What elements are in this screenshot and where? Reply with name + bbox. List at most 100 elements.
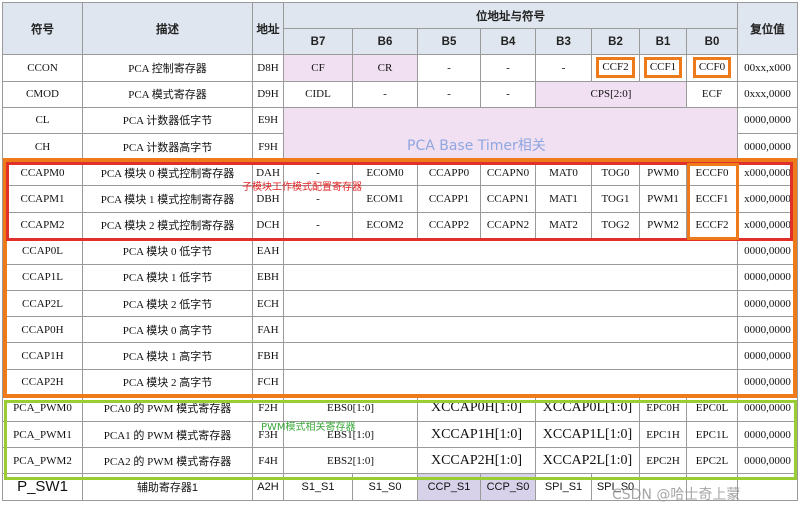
register-symbol: CCAPM1 (2, 185, 83, 213)
bit-cell-highlighted: CCF1 (639, 54, 687, 82)
register-symbol: CCON (2, 54, 83, 82)
bit-cell: - (480, 54, 536, 82)
table-row: CL PCA 计数器低字节 E9H 0000,0000 (2, 106, 798, 161)
bit-cell: ECOM0 (352, 159, 418, 187)
bit-cell-empty (283, 342, 738, 370)
register-reset: x000,0000 (737, 185, 798, 213)
register-description: PCA 模块 2 模式控制寄存器 (82, 211, 253, 239)
bit-cell: - (417, 80, 481, 108)
bit-cell: S1_S1 (283, 473, 353, 501)
register-description: PCA 模块 2 高字节 (82, 368, 253, 396)
register-description: PCA 计数器高字节 (82, 132, 253, 161)
table-row: CCAP2L PCA 模块 2 低字节 ECH 0000,0000 (2, 290, 798, 318)
register-address: D8H (252, 54, 284, 82)
bit-cell-empty (283, 237, 738, 265)
register-description: PCA 模式寄存器 (82, 80, 253, 108)
register-description: PCA0 的 PWM 模式寄存器 (82, 394, 253, 423)
bit-cell: PWM1 (639, 185, 687, 213)
register-reset: 00xx,x000 (737, 54, 798, 82)
header-bit-address: 位地址与符号 (283, 1, 738, 30)
bit-cell: XCCAP1L[1:0] (535, 420, 640, 449)
csdn-watermark: CSDN @哈士奇上蒙 (612, 487, 741, 503)
bit-cell: ECF (686, 80, 738, 108)
register-address: E9H (252, 106, 284, 134)
bit-cell: EPC2L (686, 447, 738, 475)
register-address: A2H (252, 473, 284, 501)
base-timer-annotation: PCA Base Timer相关 (407, 138, 546, 154)
register-symbol: CCAP0L (2, 237, 83, 265)
register-address: F4H (252, 447, 284, 475)
register-reset: 0000,0000 (737, 132, 798, 161)
register-description: PCA 模块 1 低字节 (82, 263, 253, 292)
bit-cell: EPC2H (639, 447, 687, 475)
bit-cell: CCAPN1 (480, 185, 536, 213)
register-reset: 0000,0000 (737, 342, 798, 370)
register-address: D9H (252, 80, 284, 108)
register-address: DCH (252, 211, 284, 239)
register-reset: 0000,0000 (737, 237, 798, 265)
bit-cell: CCP_S0 (480, 473, 536, 501)
bit-cell: CCAPP2 (417, 211, 481, 239)
register-address: FCH (252, 368, 284, 396)
bit-label: CCF0 (692, 57, 732, 79)
register-description: PCA 控制寄存器 (82, 54, 253, 82)
header-bit: B3 (535, 28, 592, 56)
bit-cell: XCCAP2L[1:0] (535, 447, 640, 475)
bit-cell-highlighted: CCF0 (686, 54, 738, 82)
bit-cell: - (417, 54, 481, 82)
bit-cell-empty (283, 263, 738, 292)
bit-cell-empty (283, 368, 738, 396)
table-row: PCA_PWM0 PCA0 的 PWM 模式寄存器 F2H EBS0[1:0] … (2, 394, 798, 423)
pca-register-table: 符号 描述 地址 位地址与符号 复位值 B7 B6 B5 B4 B3 B2 B1… (2, 1, 798, 501)
bit-cell: CCP_S1 (417, 473, 481, 501)
register-reset: 0000,0000 (737, 106, 798, 134)
register-symbol: CMOD (2, 80, 83, 108)
register-description: PCA 模块 0 模式控制寄存器 (82, 159, 253, 187)
bit-cell: XCCAP0H[1:0] (417, 394, 536, 423)
bit-cell: ECCF2 (686, 211, 738, 239)
header-bit: B7 (283, 28, 353, 56)
register-reset-empty (737, 473, 798, 501)
header-bit: B5 (417, 28, 481, 56)
header-reset: 复位值 (737, 1, 798, 56)
bit-cell: - (535, 54, 592, 82)
bit-cell: MAT0 (535, 159, 592, 187)
register-reset: 0000,0000 (737, 263, 798, 292)
bit-cell-empty (283, 316, 738, 344)
bit-cell: TOG0 (591, 159, 640, 187)
bit-cell: - (352, 80, 418, 108)
bit-cell: MAT2 (535, 211, 592, 239)
register-reset: 0000,0000 (737, 316, 798, 344)
register-symbol: CCAP1L (2, 263, 83, 292)
submodule-mode-annotation: 子模块工作模式配置寄存器 (242, 182, 362, 193)
bit-cell: ECOM2 (352, 211, 418, 239)
table-row: CCON PCA 控制寄存器 D8H CF CR - - - CCF2 CCF1… (2, 54, 798, 82)
register-reset: x000,0000 (737, 159, 798, 187)
bit-label: CCF2 (596, 57, 635, 79)
pwm-mode-annotation: PWM模式相关寄存器 (261, 422, 356, 433)
bit-cell: ECOM1 (352, 185, 418, 213)
register-description: PCA 模块 1 高字节 (82, 342, 253, 370)
register-reset: 0000,0000 (737, 447, 798, 475)
header-address: 地址 (252, 1, 284, 56)
header-row: 符号 描述 地址 位地址与符号 复位值 (2, 1, 798, 56)
bit-cell: CCAPN2 (480, 211, 536, 239)
register-address: F9H (252, 132, 284, 161)
register-description: PCA 模块 2 低字节 (82, 290, 253, 318)
bit-cell-highlighted: CCF2 (591, 54, 640, 82)
register-reset: 0000,0000 (737, 368, 798, 396)
header-bit: B0 (686, 28, 738, 56)
table-row: CCAPM2 PCA 模块 2 模式控制寄存器 DCH - ECOM2 CCAP… (2, 211, 798, 239)
bit-cell: ECCF1 (686, 185, 738, 213)
bit-cell: TOG2 (591, 211, 640, 239)
register-address: EBH (252, 263, 284, 292)
bit-cell: CCAPP1 (417, 185, 481, 213)
header-bit: B4 (480, 28, 536, 56)
bit-cell: - (283, 211, 353, 239)
register-reset: 0000,0000 (737, 394, 798, 423)
register-description: PCA1 的 PWM 模式寄存器 (82, 420, 253, 449)
register-symbol: PCA_PWM1 (2, 420, 83, 449)
header-bit: B6 (352, 28, 418, 56)
table-row: CCAP2H PCA 模块 2 高字节 FCH 0000,0000 (2, 368, 798, 396)
bit-cell: XCCAP1H[1:0] (417, 420, 536, 449)
